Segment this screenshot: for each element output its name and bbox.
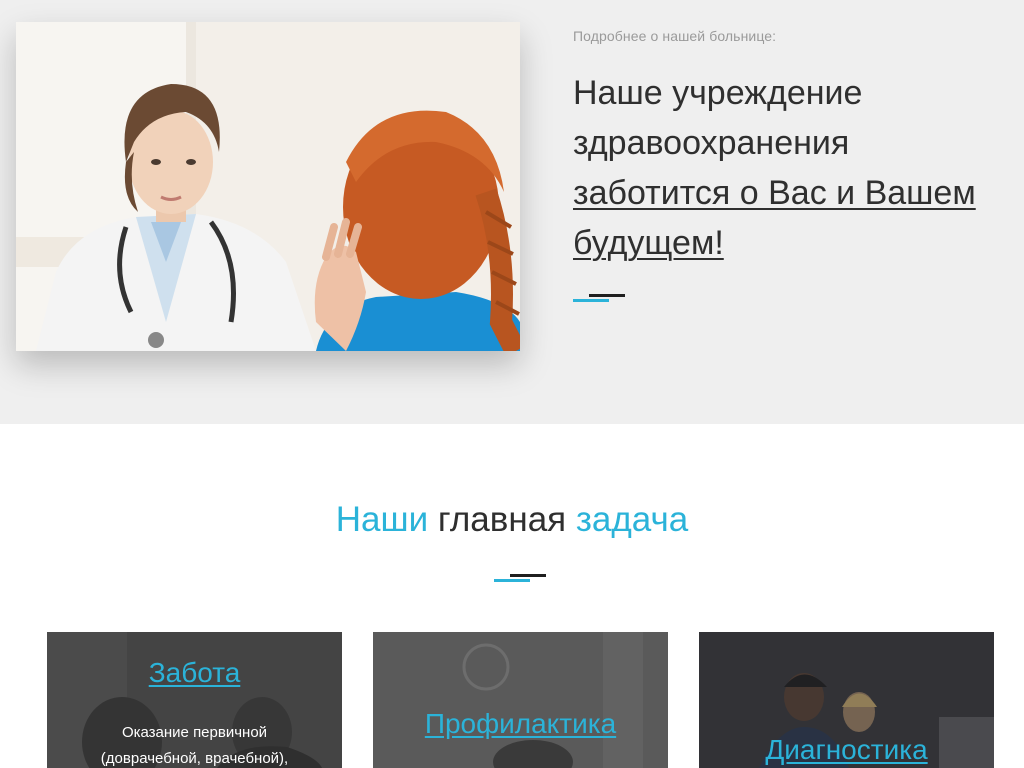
card-care-desc-line2: (доврачебной, врачебной), (100, 750, 289, 767)
card-prevention[interactable]: Профилактика (373, 632, 668, 768)
mission-title-part2: главная (437, 500, 567, 539)
card-care[interactable]: Забота Оказание первичной (доврачебной, … (47, 632, 342, 768)
card-diagnostics[interactable]: Диагностика (699, 632, 994, 768)
mission-title-part1: Наши (335, 500, 429, 539)
card-prevention-photo (373, 632, 668, 768)
about-heading-link[interactable]: заботится о Вас и Вашем будущем! (573, 174, 976, 262)
card-care-title[interactable]: Забота (47, 657, 342, 689)
doctor-patient-photo (16, 22, 520, 351)
card-care-desc-line1: Оказание первичной (121, 724, 268, 741)
about-divider (573, 294, 625, 302)
card-prevention-title[interactable]: Профилактика (373, 708, 668, 740)
mission-divider (494, 574, 546, 582)
about-heading-text: Наше учреждение здравоохранения (573, 74, 863, 162)
mission-title-part3: задача (575, 500, 689, 539)
about-heading: Наше учреждение здравоохранения заботитс… (573, 68, 1013, 268)
card-diagnostics-title[interactable]: Диагностика (699, 734, 994, 766)
card-care-desc: Оказание первичной (доврачебной, врачебн… (47, 720, 342, 768)
mission-title: Наши главная задача (0, 500, 1024, 540)
about-kicker: Подробнее о нашей больнице: (573, 28, 777, 44)
about-section: Подробнее о нашей больнице: Наше учрежде… (0, 0, 1024, 424)
